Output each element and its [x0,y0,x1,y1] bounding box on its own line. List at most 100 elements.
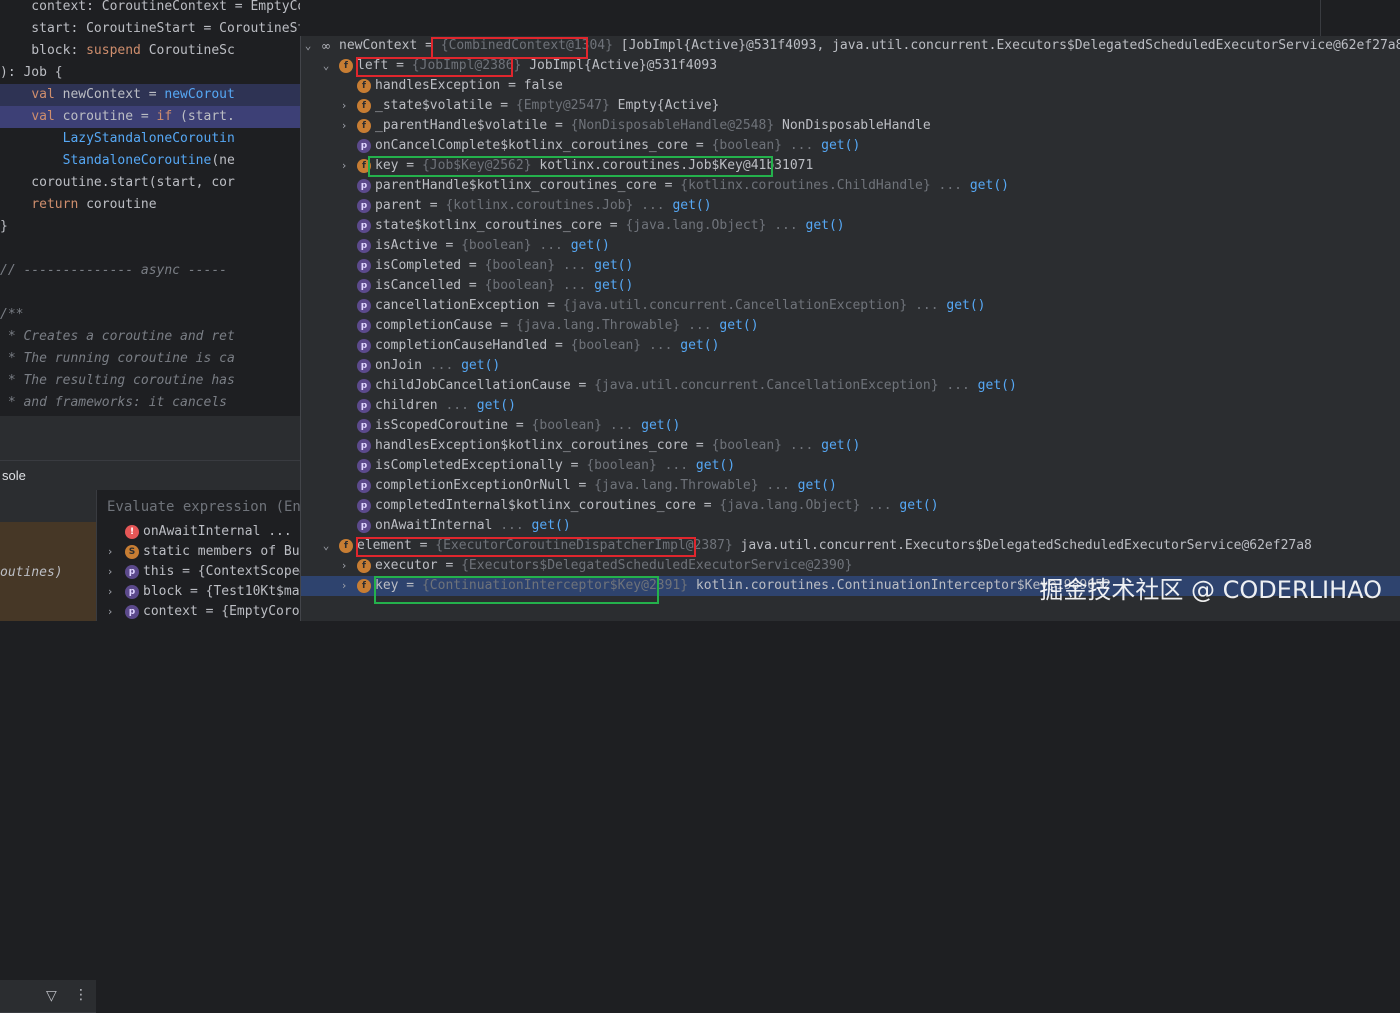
property-icon: p [357,259,371,273]
code-token: coroutine [78,197,157,212]
variable-tree-row[interactable]: p isScopedCoroutine = {boolean} ... get() [301,416,1400,436]
variable-tree-row[interactable]: › f _state$volatile = {Empty@2547} Empty{A… [301,96,1400,116]
variable-tree-row[interactable]: ⌄ f element = {ExecutorCoroutineDispatcher… [301,536,1400,556]
code-editor[interactable]: context: CoroutineContext = EmptyCorouti… [0,0,300,416]
getter-link[interactable]: get() [532,518,571,533]
evaluate-expression-input[interactable]: Evaluate expression (Ent [97,494,310,520]
code-line[interactable]: // -------------- async ----- [0,260,300,282]
variable-tree-row[interactable]: p completionExceptionOrNull = {java.lang.… [301,476,1400,496]
code-line[interactable]: LazyStandaloneCoroutin [0,128,300,150]
code-line[interactable]: * Creates a coroutine and ret [0,326,300,348]
code-line[interactable]: * and frameworks: it cancels [0,392,300,414]
variable-tree-row[interactable]: p onJoin ... get() [301,356,1400,376]
collapse-arrow-icon[interactable]: ⌄ [321,56,331,76]
variable-tree-row[interactable]: › f key = {Job$Key@2562} kotlinx.coroutine… [301,156,1400,176]
getter-link[interactable]: get() [978,378,1017,393]
expand-arrow-icon[interactable]: › [105,562,115,582]
expand-arrow-icon[interactable]: › [339,576,349,596]
expand-arrow-icon[interactable]: › [105,542,115,562]
variable-tree-row[interactable]: ⌄ ∞ newContext = {CombinedContext@1304} [J… [301,36,1400,56]
variable-name: handlesException [375,78,501,93]
variable-tree-row[interactable]: p childJobCancellationCause = {java.util.… [301,376,1400,396]
variable-row[interactable]: › p this = {ContextScope@1 [97,562,300,582]
getter-link[interactable]: get() [641,418,680,433]
divider [1320,0,1321,36]
variable-tree-row[interactable]: › f _parentHandle$volatile = {NonDisposabl… [301,116,1400,136]
variable-tree-row[interactable]: p handlesException$kotlinx_coroutines_cor… [301,436,1400,456]
variable-tree-row[interactable]: p parentHandle$kotlinx_coroutines_core = … [301,176,1400,196]
getter-link[interactable]: get() [594,258,633,273]
field-icon: f [339,539,353,553]
getter-link[interactable]: get() [899,498,938,513]
variable-tree-row[interactable]: p isCompleted = {boolean} ... get() [301,256,1400,276]
variable-tree-row[interactable]: p cancellationException = {java.util.conc… [301,296,1400,316]
code-line[interactable]: context: CoroutineContext = EmptyCorouti… [0,0,300,18]
code-token: (start. [172,109,235,124]
console-tab[interactable]: sole [0,460,300,491]
code-line[interactable]: return coroutine [0,194,300,216]
getter-link[interactable]: get() [946,298,985,313]
code-line[interactable] [0,282,300,304]
property-icon: p [125,565,139,579]
code-line[interactable]: } [0,216,300,238]
variable-tree-row[interactable]: p isCancelled = {boolean} ... get() [301,276,1400,296]
variable-tree-row[interactable]: p onAwaitInternal ... get() [301,516,1400,536]
property-icon: p [357,419,371,433]
more-icon[interactable]: ⋮ [74,987,88,1003]
getter-link[interactable]: get() [672,198,711,213]
code-line[interactable]: StandaloneCoroutine(ne [0,150,300,172]
variable-tree-row[interactable]: p isActive = {boolean} ... get() [301,236,1400,256]
equals-sign: = [437,238,462,253]
getter-link[interactable]: get() [719,318,758,333]
variable-tree-row[interactable]: p parent = {kotlinx.coroutines.Job} ... g… [301,196,1400,216]
variable-tree-row[interactable]: p completedInternal$kotlinx_coroutines_co… [301,496,1400,516]
expand-arrow-icon[interactable]: › [339,556,349,576]
code-line[interactable]: block: suspend CoroutineSc [0,40,300,62]
variable-row[interactable]: › p block = {Test10Kt$main [97,582,300,602]
variable-tree-row[interactable]: p isCompletedExceptionally = {boolean} ..… [301,456,1400,476]
variable-row[interactable]: › Sstatic members of Buil [97,542,300,562]
code-line[interactable]: coroutine.start(start, cor [0,172,300,194]
variable-row[interactable]: ! onAwaitInternal ... get [97,522,300,542]
expand-arrow-icon[interactable]: › [105,582,115,602]
getter-link[interactable]: get() [477,398,516,413]
expand-arrow-icon[interactable]: › [105,602,115,622]
getter-link[interactable]: get() [970,178,1009,193]
variable-tree-row[interactable]: p completionCauseHandled = {boolean} ... … [301,336,1400,356]
variable-tree-row[interactable]: p completionCause = {java.lang.Throwable}… [301,316,1400,336]
getter-link[interactable]: get() [461,358,500,373]
getter-link[interactable]: get() [821,138,860,153]
getter-link[interactable]: get() [680,338,719,353]
code-line[interactable]: * The resulting coroutine has [0,370,300,392]
debugger-variables-popup[interactable]: ⌄ ∞ newContext = {CombinedContext@1304} [J… [300,36,1400,621]
getter-link[interactable]: get() [594,278,633,293]
code-line[interactable]: val coroutine = if (start. [0,106,300,128]
code-line[interactable]: /** [0,304,300,326]
expand-arrow-icon[interactable]: › [339,96,349,116]
filter-icon[interactable]: ▽ [46,988,57,1004]
code-line[interactable]: * The running coroutine is ca [0,348,300,370]
collapse-arrow-icon[interactable]: ⌄ [303,36,313,56]
code-line[interactable]: start: CoroutineStart = CoroutineStart.D… [0,18,300,40]
variable-row[interactable]: › p context = {EmptyCorout [97,602,300,622]
variable-tree-row[interactable]: p children ... get() [301,396,1400,416]
property-icon: p [357,299,371,313]
getter-link[interactable]: get() [806,218,845,233]
getter-link[interactable]: get() [798,478,837,493]
variable-tree-row[interactable]: p state$kotlinx_coroutines_core = {java.l… [301,216,1400,236]
variable-tree-row[interactable]: p onCancelComplete$kotlinx_coroutines_cor… [301,136,1400,156]
expand-arrow-icon[interactable]: › [339,156,349,176]
code-line[interactable]: val newContext = newCorout [0,84,300,106]
variable-name: parentHandle$kotlinx_coroutines_core [375,178,657,193]
expand-arrow-icon[interactable]: › [339,116,349,136]
code-line[interactable]: ): Job { [0,62,300,84]
collapse-arrow-icon[interactable]: ⌄ [321,536,331,556]
getter-link[interactable]: get() [821,438,860,453]
getter-link[interactable]: get() [696,458,735,473]
getter-link[interactable]: get() [571,238,610,253]
code-line[interactable] [0,238,300,260]
variable-tree-row[interactable]: ⌄ f left = {JobImpl@2386} JobImpl{Active}@… [301,56,1400,76]
variable-tree-row[interactable]: f handlesException = false [301,76,1400,96]
frame-item[interactable]: outines) [0,562,96,584]
variable-type: {java.lang.Object} [625,218,767,233]
